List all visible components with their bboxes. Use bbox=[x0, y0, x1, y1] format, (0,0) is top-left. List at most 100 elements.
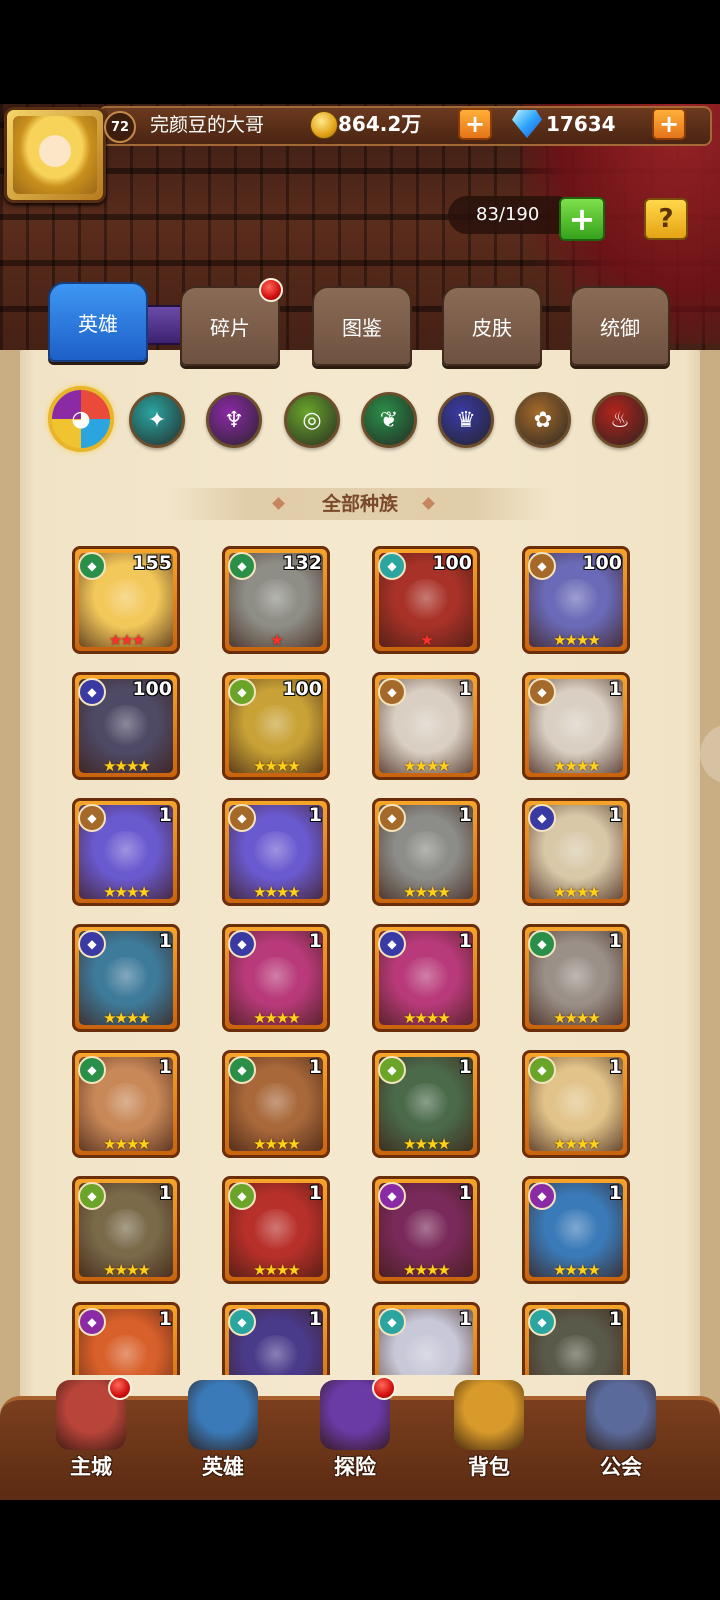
race-forest-icon[interactable]: ◎ bbox=[284, 392, 340, 448]
hero-card[interactable]: ◆ 1 bbox=[522, 1302, 630, 1375]
hero-card[interactable]: ◆ 100 ★★★★ bbox=[222, 672, 330, 780]
hero-race-icon: ◆ bbox=[228, 678, 256, 706]
hero-card[interactable]: ◆ 1 ★★★★ bbox=[522, 672, 630, 780]
hero-stars: ★ bbox=[420, 631, 433, 649]
nav-hero-portrait[interactable]: 英雄 bbox=[168, 1380, 278, 1492]
race-nature-icon[interactable]: ❦ bbox=[361, 392, 417, 448]
hero-card[interactable]: ◆ 132 ★ bbox=[222, 546, 330, 654]
hero-race-icon: ◆ bbox=[78, 552, 106, 580]
hero-card[interactable]: ◆ 1 bbox=[372, 1302, 480, 1375]
add-gold-button[interactable]: + bbox=[458, 108, 492, 140]
hero-card[interactable]: ◆ 155 ★★★ bbox=[72, 546, 180, 654]
hero-card[interactable]: ◆ 1 ★★★★ bbox=[372, 672, 480, 780]
hero-card[interactable]: ◆ 1 ★★★★ bbox=[222, 798, 330, 906]
hero-card[interactable]: ◆ 1 ★★★★ bbox=[522, 1050, 630, 1158]
race-glyph: ✿ bbox=[533, 407, 553, 433]
all-races-icon[interactable]: ◕ bbox=[48, 386, 114, 452]
hero-level: 100 bbox=[132, 678, 172, 700]
backpack-icon bbox=[454, 1380, 524, 1450]
hero-card[interactable]: ◆ 1 ★★★★ bbox=[372, 1176, 480, 1284]
hero-race-icon: ◆ bbox=[528, 1182, 556, 1210]
race-mystic-icon[interactable]: ♆ bbox=[206, 392, 262, 448]
hero-stars: ★★★★ bbox=[253, 1009, 301, 1027]
player-avatar-button[interactable] bbox=[4, 107, 106, 203]
hero-level: 1 bbox=[458, 678, 472, 700]
hero-card[interactable]: ◆ 1 ★★★★ bbox=[372, 924, 480, 1032]
gold-coin-icon bbox=[310, 111, 338, 139]
hero-card[interactable]: ◆ 1 ★★★★ bbox=[72, 798, 180, 906]
hero-card[interactable]: ◆ 1 bbox=[222, 1302, 330, 1375]
hero-stars: ★★★★ bbox=[253, 1261, 301, 1279]
nav-castle[interactable]: 主城 bbox=[36, 1376, 146, 1492]
hero-card[interactable]: ◆ 1 ★★★★ bbox=[372, 1050, 480, 1158]
hero-level: 1 bbox=[308, 804, 322, 826]
hero-capacity: 83/190 bbox=[476, 204, 540, 225]
hero-level: 1 bbox=[458, 1182, 472, 1204]
hero-stars: ★★★★ bbox=[253, 757, 301, 775]
hero-level: 1 bbox=[608, 1182, 622, 1204]
expand-capacity-button[interactable]: + bbox=[559, 197, 605, 241]
hero-card[interactable]: ◆ 1 ★★★★ bbox=[222, 1176, 330, 1284]
race-glyph: ❦ bbox=[379, 407, 399, 433]
hero-card[interactable]: ◆ 100 ★★★★ bbox=[72, 672, 180, 780]
hero-level: 1 bbox=[608, 678, 622, 700]
add-diamond-button[interactable]: + bbox=[652, 108, 686, 140]
hero-level: 1 bbox=[458, 930, 472, 952]
hero-level: 100 bbox=[582, 552, 622, 574]
tab-command[interactable]: 统御 bbox=[570, 286, 670, 366]
hero-level: 1 bbox=[458, 804, 472, 826]
hero-level: 100 bbox=[282, 678, 322, 700]
hero-level: 1 bbox=[308, 1182, 322, 1204]
hero-level: 1 bbox=[608, 930, 622, 952]
hero-race-icon: ◆ bbox=[528, 804, 556, 832]
race-glyph: ♛ bbox=[456, 407, 476, 433]
tab-skins[interactable]: 皮肤 bbox=[442, 286, 542, 366]
hero-race-icon: ◆ bbox=[78, 1182, 106, 1210]
hero-level: 1 bbox=[608, 1056, 622, 1078]
diamond-amount: 17634 bbox=[546, 112, 616, 136]
hero-card[interactable]: ◆ 1 ★★★★ bbox=[222, 924, 330, 1032]
hero-race-icon: ◆ bbox=[78, 930, 106, 958]
race-water-icon[interactable]: ✦ bbox=[129, 392, 185, 448]
hero-card[interactable]: ◆ 1 ★★★★ bbox=[522, 798, 630, 906]
tab-collection[interactable]: 图鉴 bbox=[312, 286, 412, 366]
hero-stars: ★★★★ bbox=[553, 883, 601, 901]
hero-race-icon: ◆ bbox=[78, 1056, 106, 1084]
hero-race-icon: ◆ bbox=[528, 552, 556, 580]
notification-dot bbox=[108, 1376, 132, 1400]
race-fire-icon[interactable]: ♨ bbox=[592, 392, 648, 448]
hero-stars: ★★★★ bbox=[103, 883, 151, 901]
hero-screen: 72 完颜豆的大哥 864.2万 + 17634 + 83/190 + ? 英雄… bbox=[0, 0, 720, 1600]
race-glyph: ♆ bbox=[224, 407, 244, 433]
tab-heroes[interactable]: 英雄 bbox=[48, 282, 148, 362]
hero-card[interactable]: ◆ 1 ★★★★ bbox=[522, 1176, 630, 1284]
hero-card[interactable]: ◆ 1 ★★★★ bbox=[522, 924, 630, 1032]
hero-card[interactable]: ◆ 100 ★ bbox=[372, 546, 480, 654]
hero-level: 1 bbox=[158, 1308, 172, 1330]
hero-card[interactable]: ◆ 100 ★★★★ bbox=[522, 546, 630, 654]
race-light-icon[interactable]: ✿ bbox=[515, 392, 571, 448]
hero-card[interactable]: ◆ 1 ★★★★ bbox=[72, 924, 180, 1032]
hero-stars: ★★★★ bbox=[103, 1009, 151, 1027]
nav-guild-tower[interactable]: 公会 bbox=[566, 1380, 676, 1492]
hero-level: 1 bbox=[608, 1308, 622, 1330]
hero-level: 1 bbox=[158, 1182, 172, 1204]
nav-backpack[interactable]: 背包 bbox=[434, 1380, 544, 1492]
hero-level: 1 bbox=[458, 1056, 472, 1078]
hero-card[interactable]: ◆ 1 ★★★★ bbox=[72, 1176, 180, 1284]
hero-card[interactable]: ◆ 1 ★★★★ bbox=[372, 798, 480, 906]
hero-card[interactable]: ◆ 1 ★★★★ bbox=[72, 1050, 180, 1158]
hero-card[interactable]: ◆ 1 bbox=[72, 1302, 180, 1375]
hero-card[interactable]: ◆ 1 ★★★★ bbox=[222, 1050, 330, 1158]
hero-race-icon: ◆ bbox=[378, 1056, 406, 1084]
help-button[interactable]: ? bbox=[644, 198, 688, 240]
hero-stars: ★★★★ bbox=[403, 1009, 451, 1027]
nav-portal[interactable]: 探险 bbox=[300, 1376, 410, 1492]
race-shadow-icon[interactable]: ♛ bbox=[438, 392, 494, 448]
hero-level: 1 bbox=[308, 1056, 322, 1078]
hero-portrait-icon bbox=[188, 1380, 258, 1450]
hero-level: 1 bbox=[158, 930, 172, 952]
hero-stars: ★★★★ bbox=[403, 1261, 451, 1279]
hero-race-icon: ◆ bbox=[528, 678, 556, 706]
race-glyph: ◕ bbox=[71, 406, 91, 432]
